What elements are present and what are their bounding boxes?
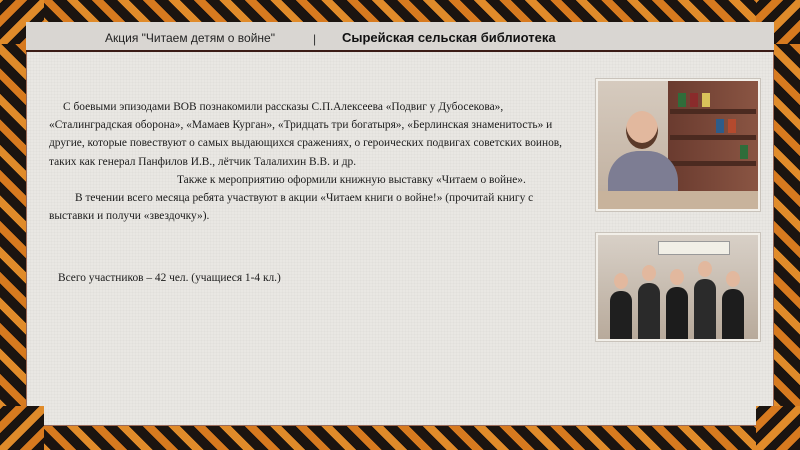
book-icon — [716, 119, 724, 133]
child — [638, 283, 660, 339]
slide: Акция "Читаем детям о войне" | Сырейская… — [0, 0, 800, 450]
ribbon-corner-bottom-right — [756, 406, 800, 450]
child — [694, 279, 716, 339]
header-action-title: Акция "Читаем детям о войне" — [105, 31, 275, 45]
ribbon-top — [0, 0, 800, 24]
child-head — [726, 271, 740, 287]
child — [610, 291, 632, 339]
photo-banner — [658, 241, 730, 255]
child-head — [614, 273, 628, 289]
book-icon — [690, 93, 698, 107]
participants-total: Всего участников – 42 чел. (учащиеся 1-4… — [58, 272, 281, 284]
librarian-head — [626, 111, 658, 149]
paragraph-exhibition: Также к мероприятию оформили книжную выс… — [177, 173, 526, 186]
child — [722, 289, 744, 339]
book-icon — [678, 93, 686, 107]
photo-desk — [598, 191, 758, 209]
paragraph-episodes: С боевыми эпизодами ВОВ познакомили расс… — [49, 101, 563, 168]
paragraph-action: В течении всего месяца ребята участвуют … — [49, 192, 534, 223]
book-icon — [728, 119, 736, 133]
shelf-row — [670, 161, 756, 166]
child-head — [670, 269, 684, 285]
photo-children-group — [596, 233, 760, 341]
book-icon — [702, 93, 710, 107]
ribbon-corner-bottom-left — [0, 406, 44, 450]
child-head — [698, 261, 712, 277]
child-head — [642, 265, 656, 281]
shelf-row — [670, 135, 756, 140]
ribbon-right — [774, 0, 800, 450]
book-icon — [740, 145, 748, 159]
main-text: С боевыми эпизодами ВОВ познакомили расс… — [49, 98, 574, 225]
header-separator: | — [313, 32, 317, 46]
header-library-title: Сырейская сельская библиотека — [342, 30, 556, 45]
photo-librarian — [596, 79, 760, 211]
shelf-row — [670, 109, 756, 114]
child — [666, 287, 688, 339]
ribbon-left — [0, 0, 26, 450]
ribbon-bottom — [0, 426, 800, 450]
